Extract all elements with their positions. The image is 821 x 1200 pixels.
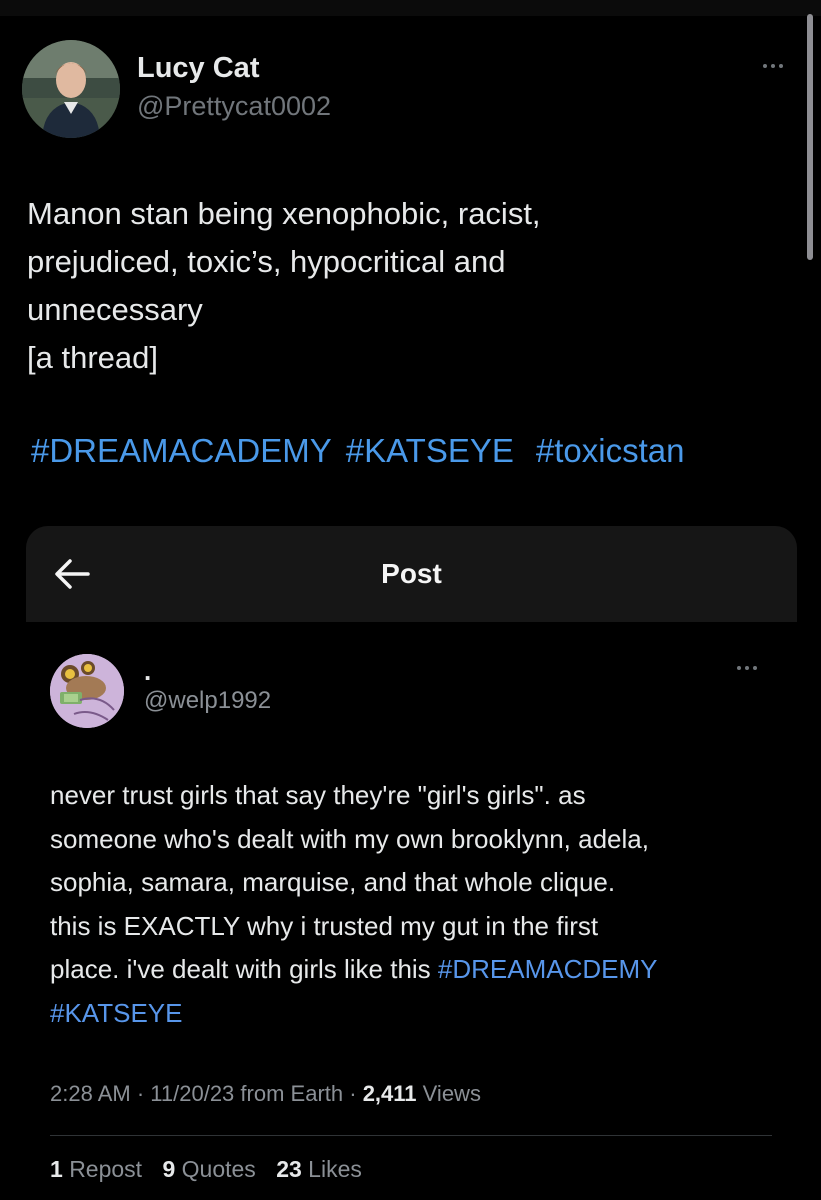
post-time[interactable]: 2:28 AM	[50, 1081, 131, 1106]
hashtag-row: #DREAMACADEMY #KATSEYE #toxicstan	[31, 432, 698, 470]
embedded-text-line-prefix: place. i've dealt with girls like this	[50, 954, 438, 984]
likes-label: Likes	[308, 1156, 362, 1182]
hashtag-link[interactable]: #toxicstan	[536, 432, 685, 469]
embedded-text-line: place. i've dealt with girls like this #…	[50, 948, 790, 992]
quotes-stat[interactable]: 9 Quotes	[162, 1156, 255, 1182]
embedded-post-screenshot: Post . @welp1992 never trust girls that …	[26, 526, 797, 1200]
embedded-post-title: Post	[381, 558, 442, 589]
likes-stat[interactable]: 23 Likes	[276, 1156, 362, 1182]
reposts-label: Repost	[69, 1156, 143, 1182]
views-label: Views	[422, 1081, 481, 1106]
embedded-author-handle[interactable]: @welp1992	[144, 687, 271, 715]
hashtag-link[interactable]: #DREAMACDEMY	[438, 954, 658, 984]
author-name[interactable]: Lucy Cat	[137, 52, 259, 85]
author-avatar[interactable]	[22, 40, 120, 138]
tweet-text-line: prejudiced, toxic’s, hypocritical and	[27, 244, 506, 279]
embedded-post-header: Post	[26, 526, 797, 622]
reposts-stat[interactable]: 1 Repost	[50, 1156, 142, 1182]
hashtag-link[interactable]: #DREAMACADEMY	[31, 432, 332, 469]
tweet-text-line: [a thread]	[27, 340, 158, 375]
embedded-post-text: never trust girls that say they're "girl…	[50, 774, 790, 1035]
quotes-label: Quotes	[181, 1156, 256, 1182]
embedded-author-avatar[interactable]	[50, 654, 124, 728]
embedded-text-line: sophia, samara, marquise, and that whole…	[50, 867, 616, 897]
reposts-count: 1	[50, 1156, 63, 1182]
post-stats: 1 Repost 9 Quotes 23 Likes	[50, 1156, 376, 1183]
tweet-text: Manon stan being xenophobic, racist, pre…	[27, 190, 787, 382]
post-source: from Earth	[240, 1081, 344, 1106]
hashtag-link[interactable]: #KATSEYE	[346, 432, 514, 469]
divider	[50, 1135, 772, 1136]
tweet-text-line: unnecessary	[27, 292, 203, 327]
author-handle[interactable]: @Prettycat0002	[137, 91, 331, 122]
likes-count: 23	[276, 1156, 302, 1182]
top-strip	[0, 0, 821, 16]
embedded-text-line: this is EXACTLY why i trusted my gut in …	[50, 910, 599, 941]
embedded-text-line: #KATSEYE	[50, 992, 790, 1036]
embedded-text-line: never trust girls that say they're "girl…	[50, 780, 586, 810]
embedded-author-name[interactable]: .	[144, 656, 151, 687]
post-metadata: 2:28 AM · 11/20/23 from Earth · 2,411 Vi…	[50, 1081, 481, 1106]
post-date[interactable]: 11/20/23	[150, 1081, 234, 1106]
tweet-text-line: Manon stan being xenophobic, racist,	[27, 196, 541, 231]
views-count: 2,411	[362, 1081, 417, 1106]
quotes-count: 9	[162, 1156, 176, 1182]
hashtag-link[interactable]: #KATSEYE	[50, 998, 182, 1028]
embedded-text-line: someone who's dealt with my own brooklyn…	[50, 823, 649, 854]
scrollbar[interactable]	[807, 14, 813, 260]
more-horizontal-icon[interactable]	[763, 64, 783, 68]
more-horizontal-icon[interactable]	[737, 666, 757, 670]
